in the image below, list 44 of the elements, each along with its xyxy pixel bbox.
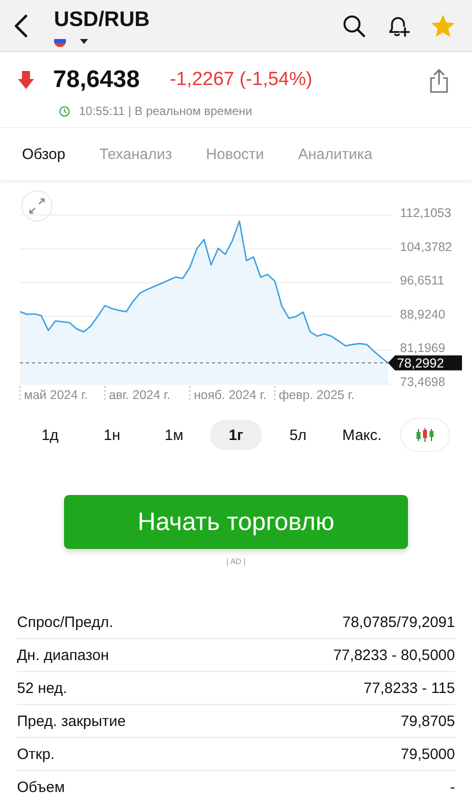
stat-value: 77,8233 - 80,5000 <box>333 646 455 664</box>
stat-value: 79,5000 <box>400 746 455 762</box>
update-time: 10:55:11 | В реальном времени <box>79 104 252 118</box>
price: 78,6438 <box>53 66 140 94</box>
range-button[interactable]: Макс. <box>334 420 390 450</box>
y-axis-label: 88,9240 <box>400 307 446 322</box>
ad-label: | AD | <box>226 557 246 566</box>
stat-value: 79,8705 <box>400 712 455 730</box>
back-icon[interactable] <box>14 14 28 38</box>
stat-label: Откр. <box>17 746 55 762</box>
range-button[interactable]: 1м <box>148 420 200 450</box>
range-button[interactable]: 1д <box>24 420 76 450</box>
tab[interactable]: Обзор <box>8 140 80 168</box>
price-change: -1,2267 (-1,54%) <box>170 69 312 91</box>
y-axis-label: 112,1053 <box>400 206 452 220</box>
stat-label: Пред. закрытие <box>17 712 126 730</box>
y-axis-label: 73,4698 <box>400 375 446 389</box>
range-button[interactable]: 1н <box>86 420 138 450</box>
star-icon[interactable] <box>430 12 456 38</box>
stat-label: 52 нед. <box>17 680 68 696</box>
caret-icon[interactable] <box>80 38 88 44</box>
stat-label: Дн. диапазон <box>17 646 109 664</box>
x-axis-label: февр. 2025 г. <box>278 388 354 402</box>
y-axis-label: 104,3782 <box>400 240 452 254</box>
stat-value: 78,0785/79,2091 <box>342 614 455 630</box>
chart-type-button[interactable] <box>400 418 450 452</box>
x-axis-label: май 2024 г. <box>24 388 88 402</box>
clock-icon <box>59 106 70 116</box>
candlestick-icon <box>415 427 435 443</box>
range-button[interactable]: 5л <box>272 420 324 450</box>
search-icon[interactable] <box>342 14 366 38</box>
y-axis-label: 96,6511 <box>400 274 444 288</box>
pair-title: USD/RUB <box>54 8 150 32</box>
x-axis-label: нояб. 2024 г. <box>194 388 266 402</box>
x-axis-label: авг. 2024 г. <box>108 388 170 402</box>
expand-icon[interactable] <box>22 190 52 222</box>
share-icon[interactable] <box>428 68 450 94</box>
current-price-tag: 78,2992 <box>388 355 462 370</box>
range-button[interactable]: 1г <box>210 420 262 450</box>
stat-value: - <box>450 778 455 796</box>
stat-value: 77,8233 - 115 <box>364 680 455 696</box>
y-axis-label: 81,1969 <box>400 341 446 356</box>
stat-label: Спрос/Предл. <box>17 614 114 630</box>
stat-label: Объем <box>17 778 65 796</box>
